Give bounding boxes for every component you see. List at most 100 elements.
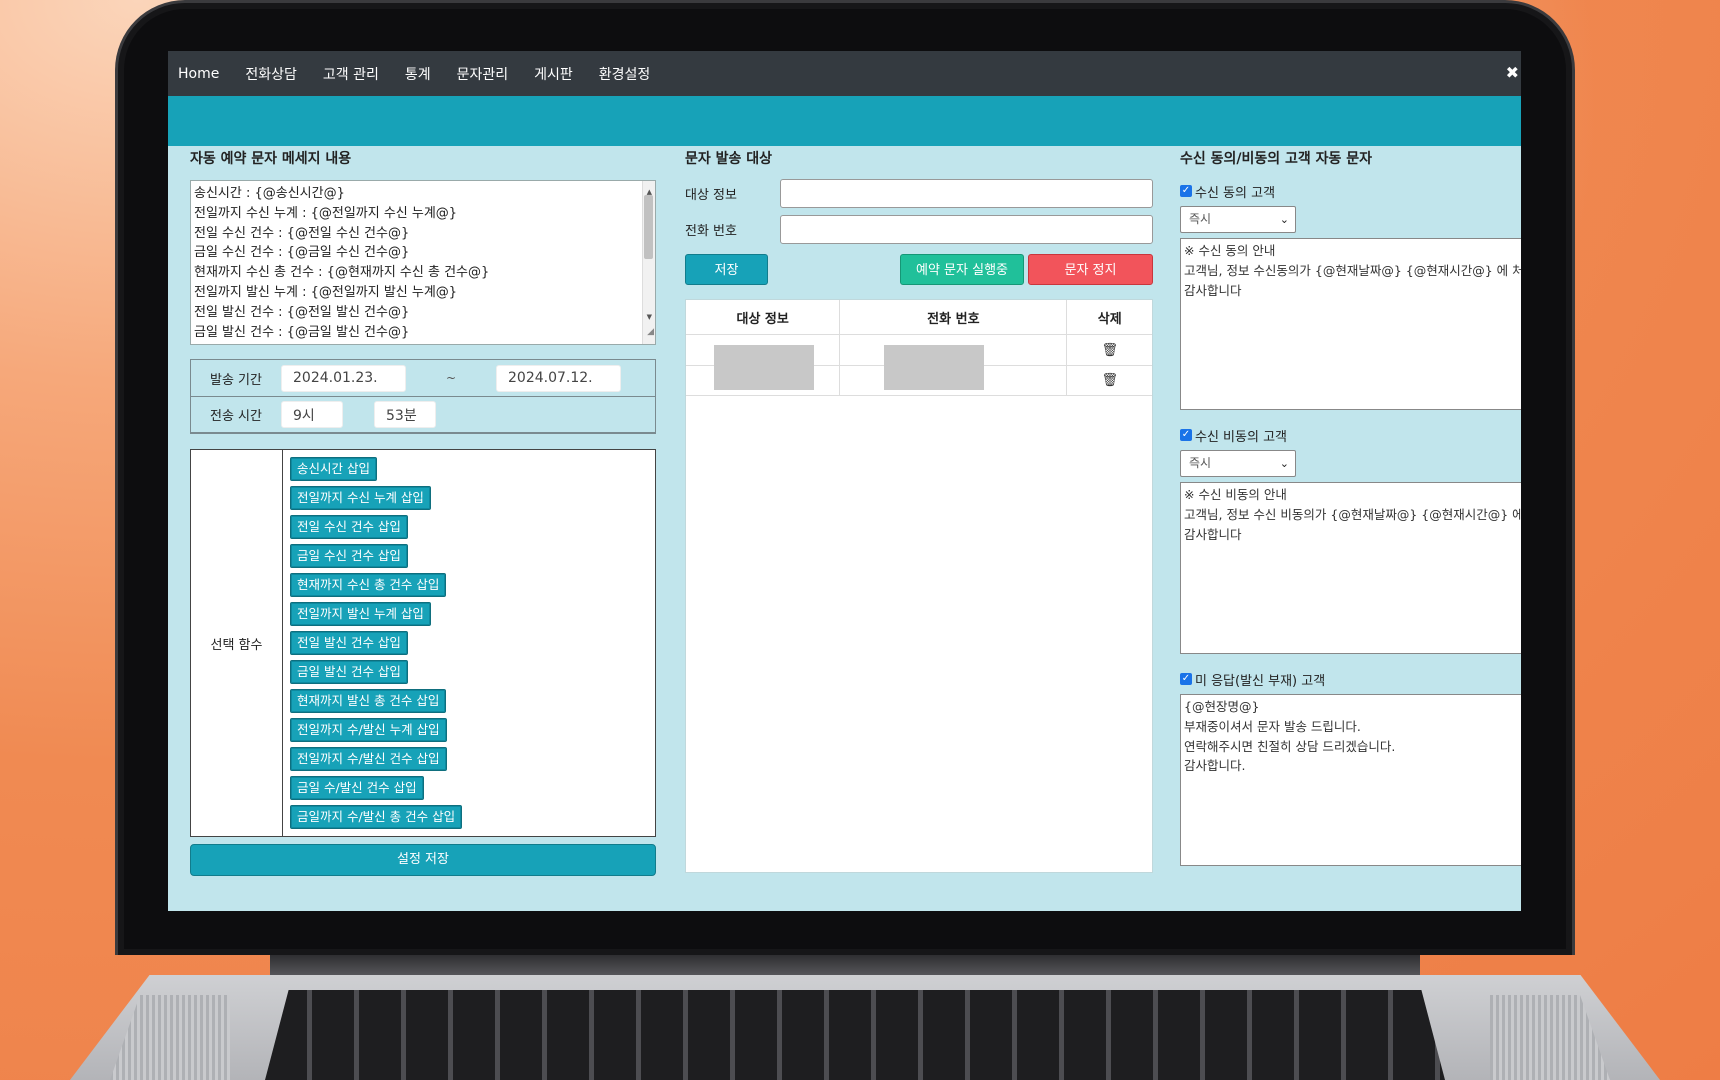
consent-text-line: 감사합니다 [1184, 282, 1242, 298]
consent-timing-value: 즉시 [1189, 212, 1212, 226]
insert-prev-all-count-button[interactable]: 전일까지 수/발신 건수 삽입 [290, 747, 447, 771]
noanswer-text-line: {@현장명@} [1184, 699, 1260, 714]
nonconsent-text-line: 고객님, 정보 수신 비동의가 {@현재날짜@} {@현재시간@} 에 처리 [1184, 506, 1521, 522]
redacted-phone [884, 345, 984, 390]
phone-row: 전화 번호 [685, 215, 1153, 244]
message-line: 전일까지 발신 누계 : {@전일까지 발신 누계@} [194, 284, 458, 300]
trash-icon[interactable]: 🗑 [1101, 343, 1118, 358]
nav-sms-management[interactable]: 문자관리 [457, 64, 509, 84]
consent-timing-select[interactable]: 즉시 ⌄ [1180, 206, 1296, 233]
nonconsent-label: 수신 비동의 고객 [1195, 429, 1287, 445]
nonconsent-message-textarea[interactable]: ※ 수신 비동의 안내 고객님, 정보 수신 비동의가 {@현재날짜@} {@현… [1180, 482, 1521, 654]
send-target-title: 문자 발송 대상 [685, 151, 773, 167]
insert-prev-all-total-button[interactable]: 전일까지 수/발신 누계 삽입 [290, 718, 447, 742]
period-start-input[interactable]: 2024.01.23. [281, 364, 406, 392]
header-target-info: 대상 정보 [686, 300, 841, 334]
function-table: 선택 함수 송신시간 삽입 전일까지 수신 누계 삽입 전일 수신 건수 삽입 … [190, 449, 656, 837]
noanswer-text-line: 감사합니다. [1184, 758, 1246, 774]
message-line: 현재까지 수신 총 건수 : {@현재까지 수신 총 건수@} [194, 265, 490, 281]
period-separator: ~ [445, 371, 457, 385]
table-header: 대상 정보 전화 번호 삭제 [686, 300, 1152, 335]
noanswer-message-textarea[interactable]: {@현장명@} 부재중이셔서 문자 발송 드립니다. 연락해주시면 친절히 상담… [1180, 694, 1521, 866]
insert-prev-send-count-button[interactable]: 전일 발신 건수 삽입 [290, 631, 408, 655]
chevron-down-icon: ⌄ [1279, 457, 1289, 470]
nav-home[interactable]: Home [178, 66, 219, 82]
noanswer-text-line: 연락해주시면 친절히 상담 드리겠습니다. [1184, 738, 1396, 754]
app-screen: Home 전화상담 고객 관리 통계 문자관리 게시판 환경설정 ✖ 자동 예약… [168, 51, 1521, 911]
stop-sms-button[interactable]: 문자 정지 [1028, 254, 1153, 285]
scheduled-running-button[interactable]: 예약 문자 실행중 [900, 254, 1024, 285]
insert-current-recv-total-button[interactable]: 현재까지 수신 총 건수 삽입 [290, 573, 447, 597]
nonconsent-timing-select[interactable]: 즉시 ⌄ [1180, 450, 1296, 477]
nav-board[interactable]: 게시판 [534, 64, 573, 84]
consent-text-line: 고객님, 정보 수신동의가 {@현재날짜@} {@현재시간@} 에 처리 [1184, 262, 1521, 278]
table-body: 🗑 🗑 [686, 335, 1152, 396]
target-table: 대상 정보 전화 번호 삭제 🗑 🗑 [686, 300, 1152, 396]
insert-current-send-total-button[interactable]: 현재까지 발신 총 건수 삽입 [290, 689, 447, 713]
nav-phone-consult[interactable]: 전화상담 [245, 64, 297, 84]
header-phone: 전화 번호 [840, 300, 1068, 334]
message-line: 전일 발신 건수 : {@전일 발신 건수@} [194, 304, 410, 320]
target-info-row: 대상 정보 [685, 179, 1153, 208]
noanswer-label: 미 응답(발신 부재) 고객 [1195, 673, 1326, 689]
nav-settings[interactable]: 환경설정 [599, 64, 651, 84]
insert-prev-send-total-button[interactable]: 전일까지 발신 누계 삽입 [290, 602, 431, 626]
scrollbar-thumb[interactable] [644, 195, 653, 259]
schedule-table: 발송 기간 2024.01.23. ~ 2024.07.12. 전송 시간 9시… [190, 359, 656, 434]
laptop-hinge [270, 955, 1420, 977]
insert-today-recv-count-button[interactable]: 금일 수신 건수 삽입 [290, 544, 408, 568]
target-info-label: 대상 정보 [685, 188, 737, 203]
nonconsent-checkbox[interactable]: ✓ [1180, 429, 1192, 441]
scroll-up-icon[interactable]: ▲ [647, 183, 652, 203]
top-navbar: Home 전화상담 고객 관리 통계 문자관리 게시판 환경설정 ✖ [168, 51, 1521, 96]
phone-input[interactable] [780, 215, 1153, 244]
time-row: 전송 시간 9시 53분 [191, 396, 655, 432]
consent-row: ✓ 수신 동의 고객 [1180, 180, 1521, 202]
message-line: 금일 발신 건수 : {@금일 발신 건수@} [194, 324, 410, 340]
period-label: 발송 기간 [210, 372, 262, 388]
trash-icon[interactable]: 🗑 [1101, 373, 1118, 388]
insert-today-all-total-button[interactable]: 금일까지 수/발신 총 건수 삽입 [290, 805, 463, 829]
message-textarea[interactable]: 송신시간 : {@송신시간@} 전일까지 수신 누계 : {@전일까지 수신 누… [190, 180, 656, 345]
save-button[interactable]: 저장 [685, 254, 768, 285]
message-line: 송신시간 : {@송신시간@} [194, 186, 345, 201]
function-button-list: 송신시간 삽입 전일까지 수신 누계 삽입 전일 수신 건수 삽입 금일 수신 … [283, 450, 463, 836]
auto-message-title: 자동 예약 문자 메세지 내용 [190, 151, 352, 167]
consent-text-line: ※ 수신 동의 안내 [1184, 243, 1276, 258]
nonconsent-text-line: 감사합니다 [1184, 526, 1242, 542]
time-label: 전송 시간 [210, 409, 262, 424]
message-line: 전일 수신 건수 : {@전일 수신 건수@} [194, 225, 410, 241]
header-delete: 삭제 [1097, 311, 1122, 327]
nav-statistics[interactable]: 통계 [405, 64, 431, 84]
nonconsent-text-line: ※ 수신 비동의 안내 [1184, 487, 1287, 502]
nav-customer-management[interactable]: 고객 관리 [323, 64, 379, 84]
insert-prev-recv-count-button[interactable]: 전일 수신 건수 삽입 [290, 515, 408, 539]
insert-today-all-count-button[interactable]: 금일 수/발신 건수 삽입 [290, 776, 424, 800]
consent-message-textarea[interactable]: ※ 수신 동의 안내 고객님, 정보 수신동의가 {@현재날짜@} {@현재시간… [1180, 238, 1521, 410]
close-icon[interactable]: ✖ [1506, 63, 1519, 82]
insert-send-time-button[interactable]: 송신시간 삽입 [290, 457, 377, 481]
send-target-section: 문자 발송 대상 대상 정보 전화 번호 저장 예약 문자 실행중 문자 정지 … [685, 146, 1153, 873]
time-hour-input[interactable]: 9시 [281, 401, 343, 428]
consent-label: 수신 동의 고객 [1195, 185, 1276, 201]
period-row: 발송 기간 2024.01.23. ~ 2024.07.12. [191, 360, 655, 396]
noanswer-row: ✓ 미 응답(발신 부재) 고객 [1180, 668, 1521, 690]
consent-auto-sms-section: 수신 동의/비동의 고객 자동 문자 ✓ 수신 동의 고객 즉시 ⌄ ※ 수신 … [1180, 146, 1521, 866]
keyboard [265, 990, 1445, 1080]
noanswer-text-line: 부재중이셔서 문자 발송 드립니다. [1184, 718, 1361, 734]
target-info-input[interactable] [780, 179, 1153, 208]
message-line: 전일까지 수신 누계 : {@전일까지 수신 누계@} [194, 205, 458, 221]
message-line: 금일 수신 건수 : {@금일 수신 건수@} [194, 245, 410, 261]
resize-handle-icon[interactable]: ◢ [647, 323, 654, 343]
auto-message-section: 자동 예약 문자 메세지 내용 송신시간 : {@송신시간@} 전일까지 수신 … [190, 146, 656, 876]
noanswer-checkbox[interactable]: ✓ [1180, 673, 1192, 685]
time-minute-input[interactable]: 53분 [374, 401, 436, 428]
nonconsent-row: ✓ 수신 비동의 고객 [1180, 424, 1521, 446]
insert-today-send-count-button[interactable]: 금일 발신 건수 삽입 [290, 660, 408, 684]
save-settings-button[interactable]: 설정 저장 [190, 844, 656, 876]
insert-prev-recv-total-button[interactable]: 전일까지 수신 누계 삽입 [290, 486, 431, 510]
consent-checkbox[interactable]: ✓ [1180, 185, 1192, 197]
nonconsent-timing-value: 즉시 [1189, 456, 1212, 470]
period-end-input[interactable]: 2024.07.12. [496, 364, 621, 392]
action-buttons: 저장 예약 문자 실행중 문자 정지 [685, 254, 1153, 285]
